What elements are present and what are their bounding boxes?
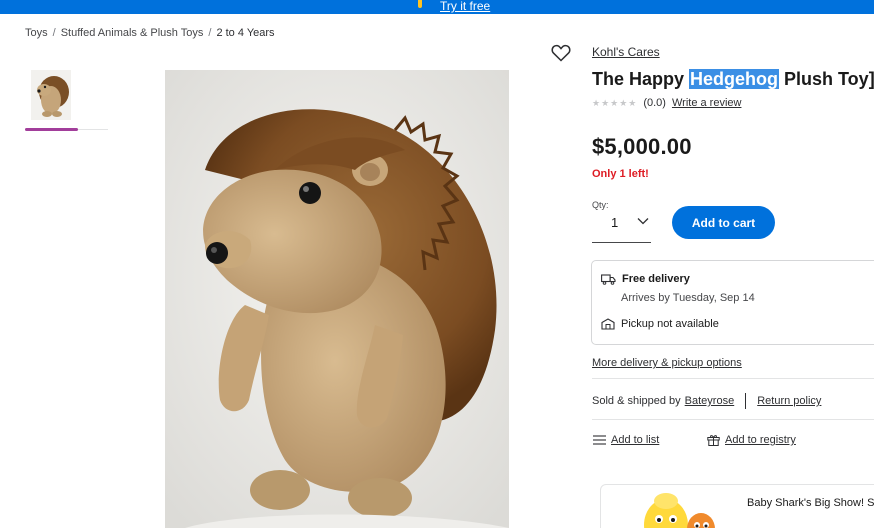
add-to-registry-label: Add to registry xyxy=(725,434,796,446)
delivery-option[interactable]: Free delivery xyxy=(601,273,690,285)
quantity-select[interactable]: 1 xyxy=(592,211,651,243)
thumbnail-divider xyxy=(78,129,108,130)
store-icon xyxy=(601,318,615,330)
add-to-registry-button[interactable]: Add to registry xyxy=(707,434,796,446)
sold-by-label: Sold & shipped by xyxy=(592,395,681,407)
price: $5,000.00 xyxy=(592,134,692,159)
brand-link[interactable]: Kohl's Cares xyxy=(592,45,660,59)
star-rating-icon: ★★★★★ xyxy=(592,97,638,108)
breadcrumb-separator: / xyxy=(52,27,56,39)
breadcrumb: Toys / Stuffed Animals & Plush Toys / 2 … xyxy=(25,27,275,39)
seller-info: Sold & shipped by Bateyrose Return polic… xyxy=(592,393,821,409)
breadcrumb-item-age[interactable]: 2 to 4 Years xyxy=(216,27,274,39)
promo-title: Baby Shark's Big Show! Si xyxy=(747,497,874,509)
quantity-label: Qty: xyxy=(592,200,609,210)
pickup-option: Pickup not available xyxy=(601,318,719,330)
fulfillment-card: Free delivery Arrives by Tuesday, Sep 14… xyxy=(591,260,874,345)
add-to-list-label: Add to list xyxy=(611,434,660,446)
delivery-arrival-date: Arrives by Tuesday, Sep 14 xyxy=(621,292,755,304)
list-icon xyxy=(593,435,606,445)
product-title: The Happy Hedgehog Plush Toy] xyxy=(592,67,874,91)
product-main-image[interactable] xyxy=(165,70,509,528)
product-title-part: The Happy xyxy=(592,69,690,89)
add-to-list-button[interactable]: Add to list xyxy=(593,434,659,446)
breadcrumb-item-stuffed-animals[interactable]: Stuffed Animals & Plush Toys xyxy=(61,27,204,39)
quantity-value: 1 xyxy=(611,215,619,230)
stock-status: Only 1 left! xyxy=(592,168,649,180)
rating-count: (0.0) xyxy=(643,97,666,109)
truck-icon xyxy=(601,273,616,285)
delivery-title: Free delivery xyxy=(622,273,690,285)
vertical-divider xyxy=(745,393,747,409)
more-delivery-options-link[interactable]: More delivery & pickup options xyxy=(592,357,742,369)
top-banner: Try it free xyxy=(0,0,874,14)
promo-card[interactable]: Baby Shark's Big Show! Si xyxy=(600,484,874,528)
promo-image xyxy=(644,493,715,528)
heart-icon[interactable] xyxy=(551,44,571,62)
product-thumbnail[interactable] xyxy=(31,70,71,120)
divider xyxy=(592,378,874,379)
rating-row: ★★★★★ (0.0) Write a review xyxy=(592,97,741,109)
spark-icon xyxy=(418,0,422,8)
seller-link[interactable]: Bateyrose xyxy=(685,395,735,407)
gift-icon xyxy=(707,435,720,446)
product-title-part: Plush Toy] xyxy=(779,69,874,89)
pickup-status: Pickup not available xyxy=(621,318,719,330)
divider xyxy=(592,419,874,420)
return-policy-link[interactable]: Return policy xyxy=(757,395,821,407)
product-title-selection: Hedgehog xyxy=(689,69,780,89)
write-review-link[interactable]: Write a review xyxy=(672,97,741,109)
breadcrumb-item-toys[interactable]: Toys xyxy=(25,27,48,39)
add-to-cart-button[interactable]: Add to cart xyxy=(672,206,775,239)
chevron-down-icon xyxy=(637,218,649,225)
try-it-free-link[interactable]: Try it free xyxy=(440,0,490,13)
thumbnail-selected-indicator xyxy=(25,128,78,131)
breadcrumb-separator: / xyxy=(208,27,212,39)
